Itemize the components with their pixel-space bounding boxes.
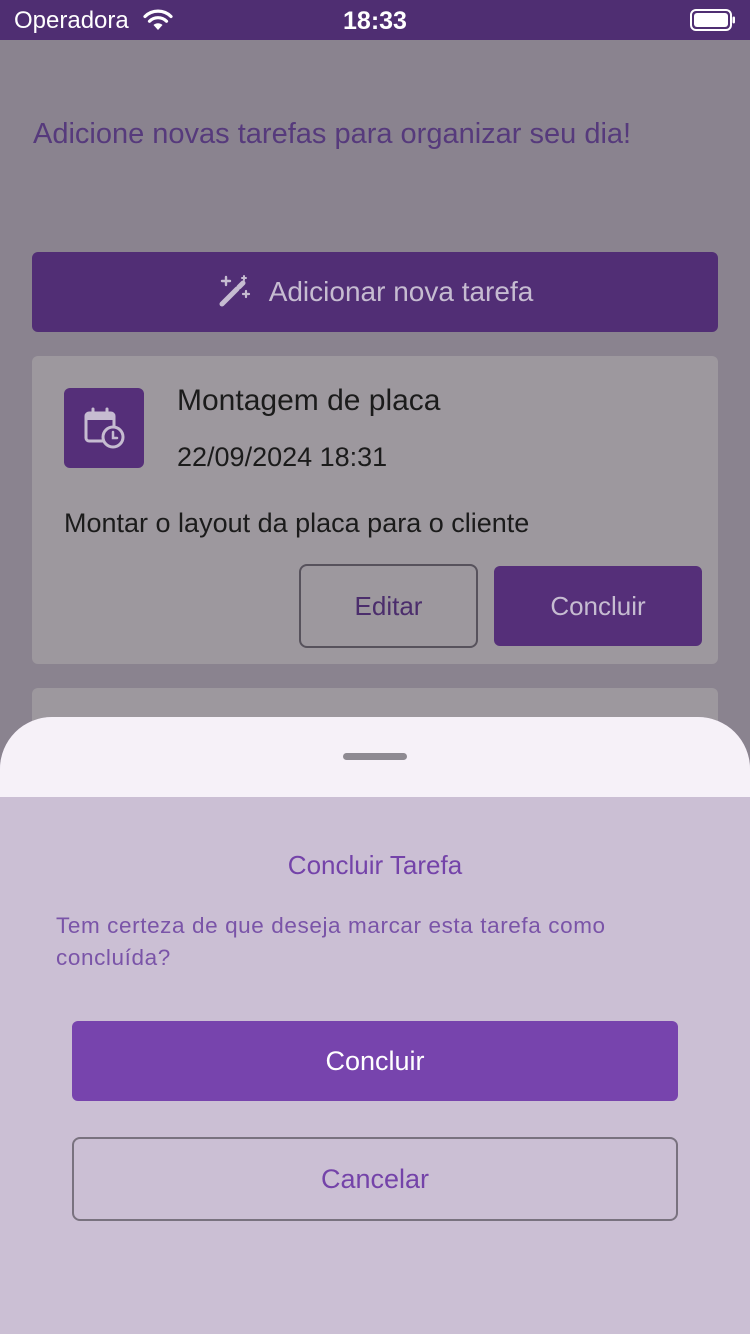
battery-icon xyxy=(690,9,735,31)
complete-task-button[interactable]: Concluir xyxy=(494,566,702,646)
task-card: Montagem de placa 22/09/2024 18:31 Monta… xyxy=(32,356,718,664)
calendar-clock-icon xyxy=(84,407,125,449)
task-title: Montagem de placa xyxy=(177,384,441,417)
cancel-button[interactable]: Cancelar xyxy=(72,1137,678,1221)
drag-handle[interactable] xyxy=(343,753,407,760)
confirm-complete-button[interactable]: Concluir xyxy=(72,1021,678,1101)
status-bar: Operadora 18:33 xyxy=(0,0,750,40)
status-time: 18:33 xyxy=(343,7,407,35)
task-datetime: 22/09/2024 18:31 xyxy=(177,442,388,472)
bottom-sheet: Concluir Tarefa Tem certeza de que desej… xyxy=(0,717,750,1334)
magic-wand-icon xyxy=(219,275,250,307)
intro-text: Adicione novas tarefas para organizar se… xyxy=(33,118,632,150)
sheet-header xyxy=(0,717,750,797)
edit-button[interactable]: Editar xyxy=(299,564,478,648)
dialog-message: Tem certeza de que deseja marcar esta ta… xyxy=(56,913,606,970)
dialog-title: Concluir Tarefa xyxy=(287,850,463,880)
task-description: Montar o layout da placa para o cliente xyxy=(64,508,530,538)
add-task-label: Adicionar nova tarefa xyxy=(268,276,534,307)
add-task-button[interactable]: Adicionar nova tarefa xyxy=(32,252,718,332)
task-icon-container xyxy=(64,388,144,468)
